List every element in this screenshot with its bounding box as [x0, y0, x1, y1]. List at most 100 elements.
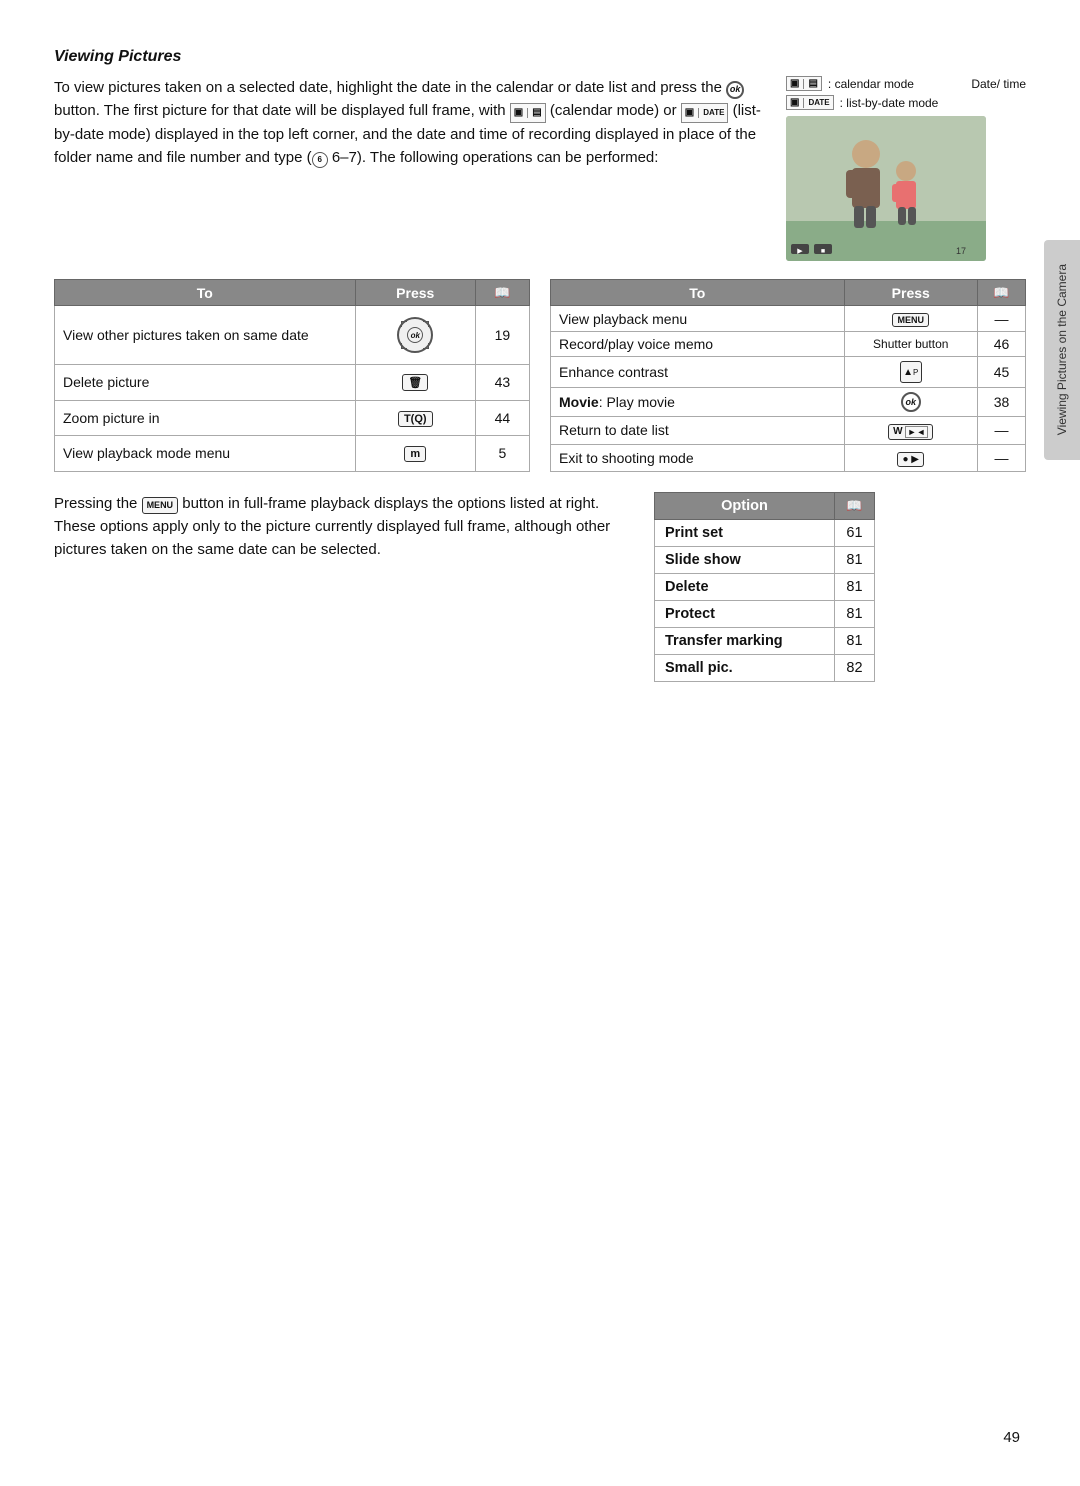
right-row1-press: MENU	[844, 306, 977, 332]
menu-btn-inline: MENU	[142, 497, 179, 515]
table-row: Zoom picture in T(Q) 44	[55, 400, 530, 435]
menu-button: MENU	[892, 313, 929, 327]
left-table-header-page: 📖	[475, 280, 529, 306]
left-table-header-press: Press	[355, 280, 475, 306]
right-row3-page: 45	[977, 357, 1025, 388]
side-tab: Viewing Pictures on the Camera	[1044, 240, 1080, 460]
tables-row: To Press 📖 View other pictures taken on …	[54, 279, 1026, 472]
camera-diagram-area: ▣▤ : calendar mode Date/ time ▣DATE : li…	[786, 76, 1026, 261]
intro-text: To view pictures taken on a selected dat…	[54, 76, 762, 261]
table-row: Return to date list W ►◄ —	[551, 417, 1026, 445]
right-table-header-page: 📖	[977, 280, 1025, 306]
table-row: Delete 81	[655, 573, 875, 600]
option-protect: Protect	[655, 600, 835, 627]
options-table-header-option: Option	[655, 492, 835, 519]
body-text: Pressing the MENU button in full-frame p…	[54, 492, 634, 666]
ok-button-small: ok	[901, 392, 921, 412]
table-row: Movie: Play movie ok 38	[551, 388, 1026, 417]
section-title: Viewing Pictures	[54, 48, 1026, 66]
left-table: To Press 📖 View other pictures taken on …	[54, 279, 530, 472]
right-row6-press: ● ▶	[844, 444, 977, 471]
table-row: View other pictures taken on same date o…	[55, 306, 530, 365]
left-row3-press: T(Q)	[355, 400, 475, 435]
options-table-container: Option 📖 Print set 61 Slide show 81	[654, 492, 875, 682]
page-number: 49	[1003, 1429, 1020, 1446]
left-row1-page: 19	[475, 306, 529, 365]
table-row: Enhance contrast ▲P 45	[551, 357, 1026, 388]
option-small-pic-page: 82	[835, 654, 875, 681]
table-row: Slide show 81	[655, 546, 875, 573]
left-row2-page: 43	[475, 365, 529, 400]
left-row4-page: 5	[475, 436, 529, 472]
right-row6-page: —	[977, 444, 1025, 471]
option-delete-page: 81	[835, 573, 875, 600]
svg-text:▶: ▶	[797, 248, 803, 255]
table-row: Delete picture 🗑 43	[55, 365, 530, 400]
ok-button-inline: ok	[726, 81, 744, 99]
left-row4-to: View playback mode menu	[55, 436, 356, 472]
table-row: View playback mode menu m 5	[55, 436, 530, 472]
option-transfer-marking: Transfer marking	[655, 627, 835, 654]
left-row3-page: 44	[475, 400, 529, 435]
camera-screen-mockup: ▣▤ 15:10	[786, 116, 986, 261]
right-row3-press: ▲P	[844, 357, 977, 388]
trash-icon: 🗑	[402, 374, 428, 391]
table-row: Record/play voice memo Shutter button 46	[551, 332, 1026, 357]
options-area: Pressing the MENU button in full-frame p…	[54, 492, 1026, 682]
right-row3-to: Enhance contrast	[551, 357, 845, 388]
left-row2-to: Delete picture	[55, 365, 356, 400]
left-row2-press: 🗑	[355, 365, 475, 400]
left-row1-press: ok	[355, 306, 475, 365]
t-q-button: T(Q)	[398, 411, 433, 427]
right-row2-to: Record/play voice memo	[551, 332, 845, 357]
options-table: Option 📖 Print set 61 Slide show 81	[654, 492, 875, 682]
enhance-icon: ▲P	[900, 361, 922, 383]
right-row2-press: Shutter button	[844, 332, 977, 357]
svg-text:■: ■	[821, 248, 825, 255]
left-row1-to: View other pictures taken on same date	[55, 306, 356, 365]
list-date-mode-label-icon: ▣DATE	[786, 95, 834, 110]
camera-screen-svg: ▶ ■ 17	[786, 116, 986, 261]
table-row: Exit to shooting mode ● ▶ —	[551, 444, 1026, 471]
m-button: m	[404, 446, 426, 462]
list-date-mode-icon: ▣DATE	[681, 103, 729, 123]
left-row4-press: m	[355, 436, 475, 472]
options-table-header-page: 📖	[835, 492, 875, 519]
right-row1-page: —	[977, 306, 1025, 332]
right-row2-page: 46	[977, 332, 1025, 357]
table-row: Print set 61	[655, 519, 875, 546]
table-row: Small pic. 82	[655, 654, 875, 681]
table-row: Protect 81	[655, 600, 875, 627]
calendar-mode-label-icon: ▣▤	[786, 76, 822, 91]
side-tab-text: Viewing Pictures on the Camera	[1055, 264, 1069, 435]
option-print-set-page: 61	[835, 519, 875, 546]
option-transfer-marking-page: 81	[835, 627, 875, 654]
option-slide-show: Slide show	[655, 546, 835, 573]
right-table: To Press 📖 View playback menu MENU — Rec…	[550, 279, 1026, 472]
right-row4-press: ok	[844, 388, 977, 417]
right-row5-press: W ►◄	[844, 417, 977, 445]
camera-shooting-icon: ● ▶	[897, 452, 924, 467]
right-row6-to: Exit to shooting mode	[551, 444, 845, 471]
option-delete: Delete	[655, 573, 835, 600]
left-table-header-to: To	[55, 280, 356, 306]
right-table-header-press: Press	[844, 280, 977, 306]
calendar-mode-icon: ▣▤	[510, 103, 546, 123]
table-row: Transfer marking 81	[655, 627, 875, 654]
right-row4-page: 38	[977, 388, 1025, 417]
option-print-set: Print set	[655, 519, 835, 546]
calendar-mode-label: : calendar mode	[828, 77, 914, 91]
camera-labels: ▣▤ : calendar mode Date/ time ▣DATE : li…	[786, 76, 1026, 110]
right-table-header-to: To	[551, 280, 845, 306]
date-time-label: Date/ time	[971, 77, 1026, 91]
list-date-mode-label: : list-by-date mode	[840, 96, 939, 110]
right-row5-to: Return to date list	[551, 417, 845, 445]
table-row: View playback menu MENU —	[551, 306, 1026, 332]
right-row1-to: View playback menu	[551, 306, 845, 332]
option-slide-show-page: 81	[835, 546, 875, 573]
left-row3-to: Zoom picture in	[55, 400, 356, 435]
option-small-pic: Small pic.	[655, 654, 835, 681]
option-protect-page: 81	[835, 600, 875, 627]
svg-text:17: 17	[956, 246, 966, 256]
right-row5-page: —	[977, 417, 1025, 445]
